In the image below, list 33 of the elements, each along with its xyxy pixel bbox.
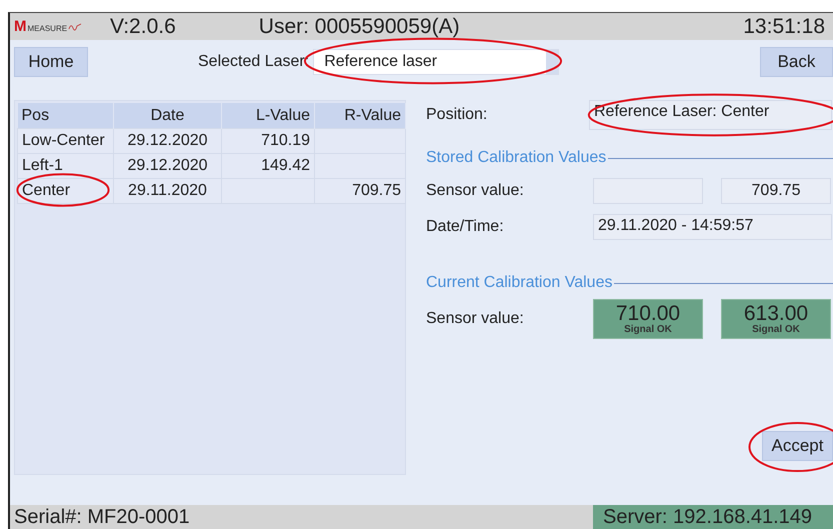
date-time-label: Date/Time: xyxy=(426,218,505,236)
column-header[interactable]: L-Value xyxy=(222,103,314,128)
table-cell: 29.12.2020 xyxy=(114,128,222,154)
back-button[interactable]: Back xyxy=(760,47,833,77)
sensor-value-label: Sensor value: xyxy=(426,310,525,328)
section-heading: Stored Calibration Values xyxy=(426,149,606,167)
table-cell: 29.12.2020 xyxy=(114,154,222,178)
table-cell: 710.19 xyxy=(222,128,314,154)
home-button[interactable]: Home xyxy=(14,47,88,77)
position-label: Position: xyxy=(426,106,488,124)
serial-number: Serial#: MF20-0001 xyxy=(10,505,593,529)
table-cell: 29.11.2020 xyxy=(114,178,222,204)
value-field: 709.75 xyxy=(721,178,831,204)
sensor-reading-tile: 710.00 Signal OK xyxy=(593,299,703,339)
table-cell: Low-Center xyxy=(18,128,114,154)
position-field: Reference Laser: Center xyxy=(589,100,832,130)
sensor-value-label: Sensor value: xyxy=(426,182,525,200)
server-status: Server: 192.168.41.149 xyxy=(593,505,833,529)
accept-button[interactable]: Accept xyxy=(762,431,833,461)
column-header[interactable]: R-Value xyxy=(314,103,406,128)
column-header[interactable]: Pos xyxy=(18,103,114,128)
user-label: User: 0005590059(A) xyxy=(258,14,460,38)
table-cell: Left-1 xyxy=(18,154,114,178)
date-time-field: 29.11.2020 - 14:59:57 xyxy=(593,214,832,240)
version-label: V:2.0.6 xyxy=(110,14,176,38)
section-heading: Current Calibration Values xyxy=(426,274,612,292)
laser-dropdown[interactable]: Reference laser xyxy=(313,49,560,75)
sensor-reading-tile: 613.00 Signal OK xyxy=(721,299,831,339)
column-header[interactable]: Date xyxy=(114,103,222,128)
table-cell: 149.42 xyxy=(222,154,314,178)
table-cell: 709.75 xyxy=(314,178,406,204)
clock-label: 13:51:18 xyxy=(743,14,825,38)
app-logo: M MEASURE xyxy=(14,18,90,35)
